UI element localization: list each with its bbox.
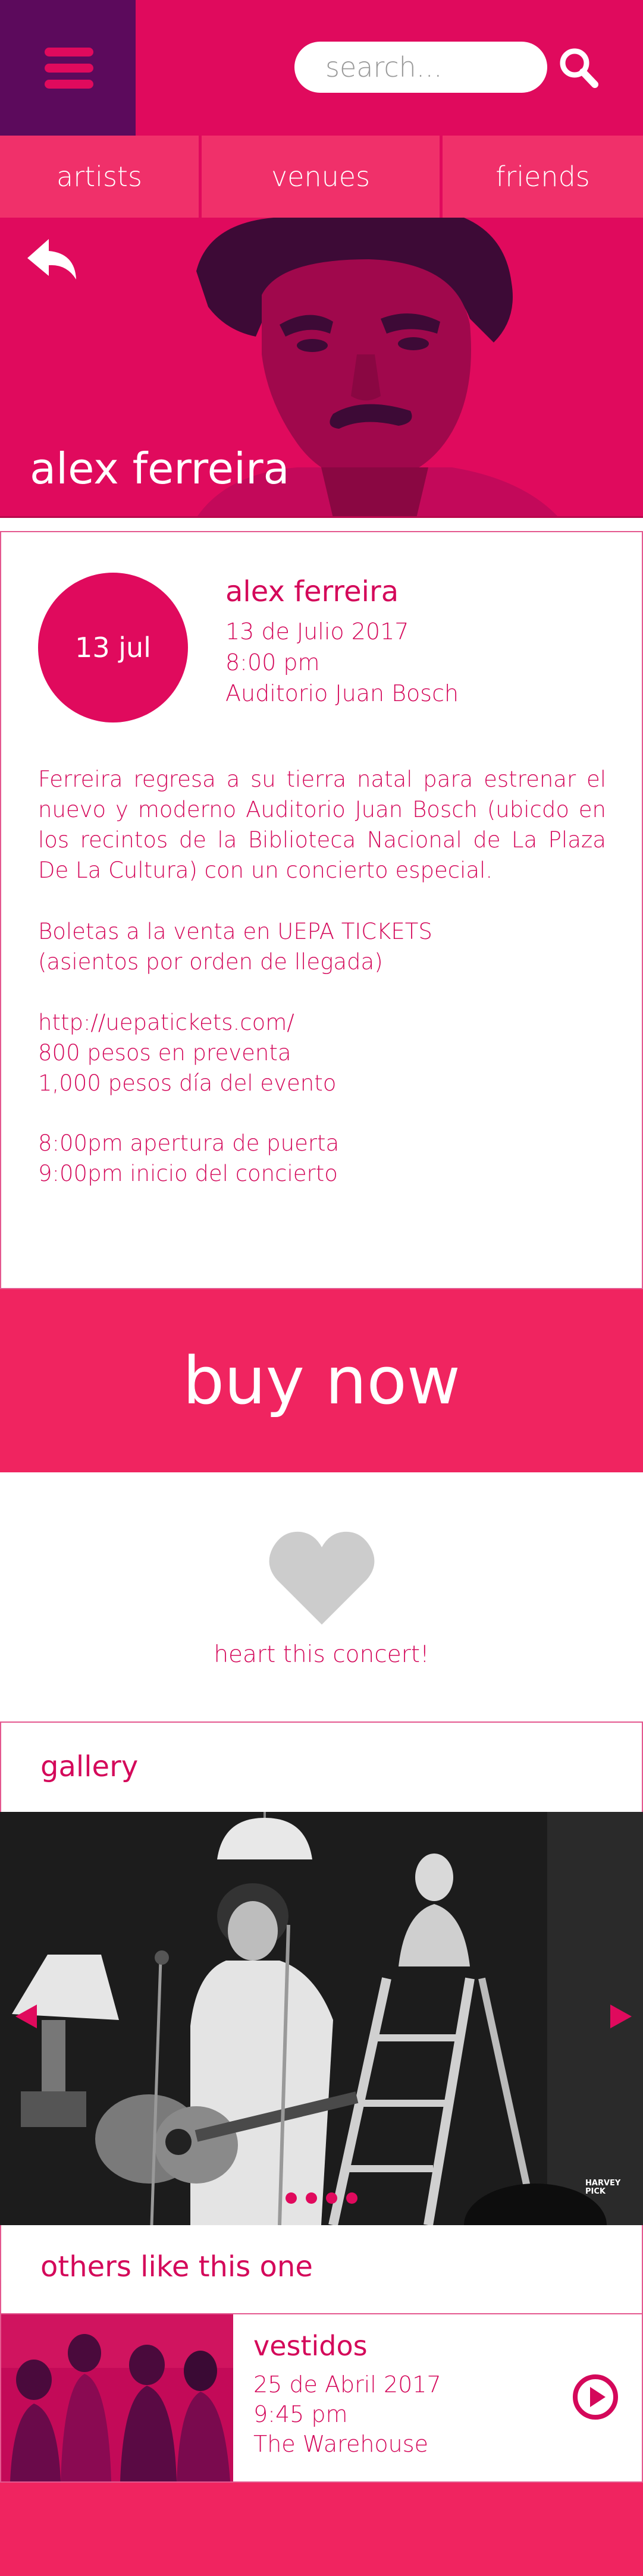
related-event-card[interactable]: vestidos 25 de Abril 2017 9:45 pm The Wa… (0, 2313, 643, 2483)
gallery-prev-arrow-icon[interactable] (14, 2003, 38, 2030)
search-input[interactable] (294, 42, 547, 93)
gallery-carousel[interactable]: HARVEY PICK (0, 1812, 643, 2225)
artist-hero: alex ferreira (0, 218, 643, 518)
concert-start-time: 9:00pm inicio del concierto (38, 1161, 338, 1186)
related-event-thumbnail (1, 2314, 233, 2481)
footer-bar (0, 2483, 643, 2576)
gallery-photo (0, 1812, 643, 2225)
event-date-badge: 13 jul (38, 573, 188, 722)
hamburger-icon-bar (45, 48, 93, 56)
hamburger-icon-bar (45, 64, 93, 73)
play-icon[interactable] (572, 2374, 619, 2420)
tab-venues[interactable]: venues (202, 136, 440, 218)
heart-icon[interactable] (269, 1529, 375, 1626)
presale-price: 800 pesos en preventa (38, 1040, 291, 1066)
app-header (0, 0, 643, 136)
gallery-dot[interactable] (326, 2192, 337, 2204)
gallery-dot[interactable] (346, 2192, 357, 2204)
buy-now-button[interactable]: buy now (0, 1289, 643, 1472)
event-venue: Auditorio Juan Bosch (225, 680, 459, 706)
doors-open-time: 8:00pm apertura de puerta (38, 1130, 340, 1156)
seating-info: (asientos por orden de llegada) (38, 949, 383, 975)
event-title: alex ferreira (225, 575, 399, 608)
related-event-title: vestidos (253, 2330, 368, 2362)
search-icon[interactable] (558, 46, 600, 89)
related-title: others like this one (40, 2250, 313, 2283)
tickets-link[interactable]: http://uepatickets.com/ (38, 1010, 294, 1035)
nav-tabs: artists venues friends (0, 136, 643, 218)
heart-concert-label[interactable]: heart this concert! (0, 1641, 643, 1668)
event-time: 8:00 pm (225, 649, 320, 676)
gallery-dot[interactable] (286, 2192, 297, 2204)
back-arrow-icon[interactable] (25, 235, 79, 283)
gallery-section-header: gallery (0, 1721, 643, 1812)
related-event-venue: The Warehouse (253, 2431, 428, 2457)
photo-credit-logo: HARVEY PICK (585, 2179, 621, 2196)
event-date: 13 de Julio 2017 (225, 618, 409, 645)
menu-button[interactable] (0, 0, 136, 136)
hamburger-icon-bar (45, 80, 93, 89)
related-event-date: 25 de Abril 2017 (253, 2371, 441, 2398)
door-price: 1,000 pesos día del evento (38, 1070, 337, 1096)
event-description: Ferreira regresa a su tierra natal para … (38, 766, 606, 883)
tab-artists[interactable]: artists (0, 136, 199, 218)
related-event-time: 9:45 pm (253, 2401, 348, 2427)
gallery-next-arrow-icon[interactable] (609, 2003, 633, 2030)
event-details-card: 13 jul alex ferreira 13 de Julio 2017 8:… (0, 531, 643, 1289)
tickets-info: Boletas a la venta en UEPA TICKETS (38, 919, 432, 944)
artist-name-heading: alex ferreira (30, 444, 290, 494)
gallery-pagination (286, 2192, 357, 2204)
tab-friends[interactable]: friends (443, 136, 643, 218)
related-section-header: others like this one (0, 2225, 643, 2313)
gallery-dot[interactable] (306, 2192, 317, 2204)
gallery-title: gallery (40, 1750, 139, 1783)
